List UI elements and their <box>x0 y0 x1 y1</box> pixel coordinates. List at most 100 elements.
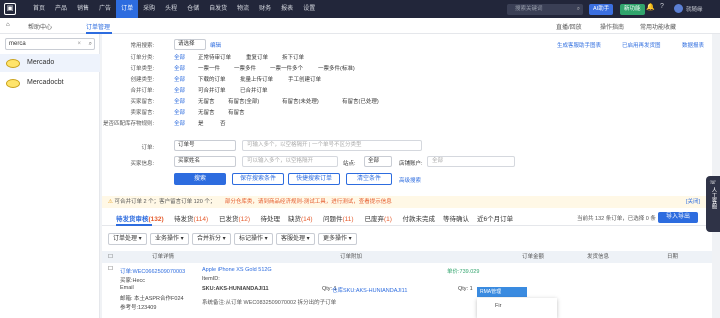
live-replay-link[interactable]: 直播/回放 <box>556 22 582 31</box>
home-icon[interactable]: ⌂ <box>6 22 10 28</box>
order-field-select[interactable]: 订单号 <box>174 140 236 151</box>
filter-option[interactable]: 一票多件(标准) <box>318 64 355 72</box>
customer-service-float[interactable]: ☏ 人工客服 <box>706 176 720 232</box>
nav-item[interactable]: 头程 <box>160 0 182 18</box>
nav-item[interactable]: 自发货 <box>204 0 232 18</box>
filter-option[interactable]: 下载的订单 <box>198 75 226 83</box>
filter-option[interactable]: 手工创建订单 <box>288 75 321 83</box>
rma-management-button[interactable]: RMA管理 <box>477 287 527 297</box>
order-number-input[interactable]: 可输入多个，以空格隔开 | 一个单号不区分类型 <box>242 140 422 151</box>
status-tab[interactable]: 问题件(11) <box>323 213 354 223</box>
filter-option[interactable]: 有留言(未处理) <box>282 97 319 105</box>
avatar[interactable] <box>674 4 683 13</box>
action-dropdown[interactable]: 标记操作 ▾ <box>234 233 273 245</box>
help-icon[interactable]: ? <box>660 3 664 10</box>
user-name[interactable]: 就随缘 <box>686 5 703 13</box>
site-select[interactable]: 全部 <box>364 156 392 167</box>
favorites-link[interactable]: 常用功能收藏 <box>640 22 676 31</box>
global-search-input[interactable]: 搜索关键词 ⌕ <box>507 4 583 15</box>
action-dropdown[interactable]: 业务操作 ▾ <box>150 233 189 245</box>
status-tab[interactable]: 待处理 <box>261 213 281 223</box>
filter-option[interactable]: 全部 <box>174 86 185 94</box>
status-tab[interactable]: 付款未完成 <box>403 213 436 223</box>
filter-option[interactable]: 正常待审订单 <box>198 53 231 61</box>
action-dropdown[interactable]: 合并拆分 ▾ <box>192 233 231 245</box>
search-icon[interactable]: ⌕ <box>89 39 92 49</box>
status-tab[interactable]: 已废弃(1) <box>365 213 392 223</box>
advanced-search-link[interactable]: 高级搜索 <box>399 176 421 184</box>
quick-search-button[interactable]: 快捷搜索订单 <box>288 173 340 185</box>
filter-option[interactable]: 一票一件 <box>198 64 220 72</box>
filter-option[interactable]: 全部 <box>174 97 185 105</box>
new-features-button[interactable]: 新功能 <box>620 4 645 15</box>
product-title-link[interactable]: Apple iPhone XS Gold 512G <box>202 267 272 273</box>
nav-item[interactable]: 仓储 <box>182 0 204 18</box>
filter-option[interactable]: 全部 <box>174 119 185 127</box>
buyer-field-select[interactable]: 买家姓名 <box>174 156 236 167</box>
search-icon[interactable]: ⌕ <box>577 4 580 15</box>
row-checkbox[interactable]: ☐ <box>108 266 113 272</box>
store-search-input[interactable]: merca × ⌕ <box>5 38 95 50</box>
status-tab[interactable]: 待发货审核(132) <box>116 213 164 223</box>
nav-item[interactable]: 设置 <box>298 0 320 18</box>
status-tab[interactable]: 缺货(14) <box>288 213 313 223</box>
bell-icon[interactable]: 🔔 <box>646 3 655 11</box>
filter-option[interactable]: 已合并订单 <box>240 86 268 94</box>
clear-conditions-button[interactable]: 清空条件 <box>346 173 392 185</box>
nav-item[interactable]: 广告 <box>94 0 116 18</box>
filter-option[interactable]: 全部 <box>174 53 185 61</box>
action-dropdown[interactable]: 订单处理 ▾ <box>108 233 147 245</box>
filter-option[interactable]: 否 <box>220 119 226 127</box>
filter-option[interactable]: 批量上传订单 <box>240 75 273 83</box>
import-export-button[interactable]: 导入导出 <box>658 212 698 223</box>
search-button[interactable]: 搜索 <box>174 173 226 185</box>
store-account-input[interactable]: 全部 <box>427 156 515 167</box>
breadcrumb-help[interactable]: 帮助中心 <box>28 22 52 31</box>
action-dropdown[interactable]: 客服处理 ▾ <box>276 233 315 245</box>
sidebar-item-mercado[interactable]: Mercado <box>0 54 100 72</box>
sidebar-item-mercadocbt[interactable]: Mercadocbt <box>0 74 100 92</box>
status-tab[interactable]: 待发货(114) <box>174 213 208 223</box>
filter-option[interactable]: 有留言 <box>228 108 245 116</box>
nav-item[interactable]: 销售 <box>72 0 94 18</box>
filter-option[interactable]: 全部 <box>174 75 185 83</box>
app-logo[interactable]: ▣ <box>4 3 16 15</box>
tab-order-management[interactable]: 订单管理 <box>86 22 110 31</box>
status-tab[interactable]: 等待确认 <box>443 213 469 223</box>
filter-option[interactable]: 全部 <box>174 64 185 72</box>
filter-option[interactable]: 无留言 <box>198 108 215 116</box>
buyer-info-input[interactable]: 可以输入多个，以空格隔开 <box>242 156 338 167</box>
filter-option[interactable]: 无留言 <box>198 97 215 105</box>
guide-link[interactable]: 操作指南 <box>600 22 624 31</box>
nav-item[interactable]: 物流 <box>232 0 254 18</box>
ai-assistant-button[interactable]: AI助手 <box>589 4 614 15</box>
right-link-2[interactable]: 已启用再发货图 <box>622 41 661 49</box>
filter-option[interactable]: 拆下订单 <box>282 53 304 61</box>
edit-link[interactable]: 编辑 <box>210 41 221 49</box>
clear-icon[interactable]: × <box>77 39 81 49</box>
common-search-select[interactable]: 请选择 <box>174 39 206 50</box>
filter-option[interactable]: 全部 <box>174 108 185 116</box>
right-link-1[interactable]: 生成客服助手图表 <box>557 41 601 49</box>
select-all-checkbox[interactable]: ☐ <box>108 251 113 263</box>
nav-item[interactable]: 产品 <box>50 0 72 18</box>
nav-item[interactable]: 采购 <box>138 0 160 18</box>
order-id-link[interactable]: 订单:WEC0662509070003 <box>120 267 185 275</box>
save-search-button[interactable]: 保存搜索条件 <box>232 173 284 185</box>
notice-close-link[interactable]: [关闭] <box>686 196 700 208</box>
filter-option[interactable]: 可合并订单 <box>198 86 226 94</box>
nav-item[interactable]: 财务 <box>254 0 276 18</box>
status-tab[interactable]: 近6个月订单 <box>477 213 513 223</box>
nav-item[interactable]: 订单 <box>116 0 139 18</box>
filter-option[interactable]: 一票多件 <box>234 64 256 72</box>
right-link-3[interactable]: 数据报表 <box>682 41 704 49</box>
filter-option[interactable]: 是 <box>198 119 204 127</box>
nav-item[interactable]: 首页 <box>28 0 50 18</box>
action-dropdown[interactable]: 更多操作 ▾ <box>318 233 357 245</box>
nav-item[interactable]: 报表 <box>276 0 298 18</box>
filter-option[interactable]: 一票一件多个 <box>270 64 303 72</box>
status-tab[interactable]: 已发货(12) <box>219 213 250 223</box>
dropdown-popup[interactable]: Fir <box>477 298 557 318</box>
filter-option[interactable]: 重复订单 <box>246 53 268 61</box>
filter-option[interactable]: 有留言(已处理) <box>342 97 379 105</box>
